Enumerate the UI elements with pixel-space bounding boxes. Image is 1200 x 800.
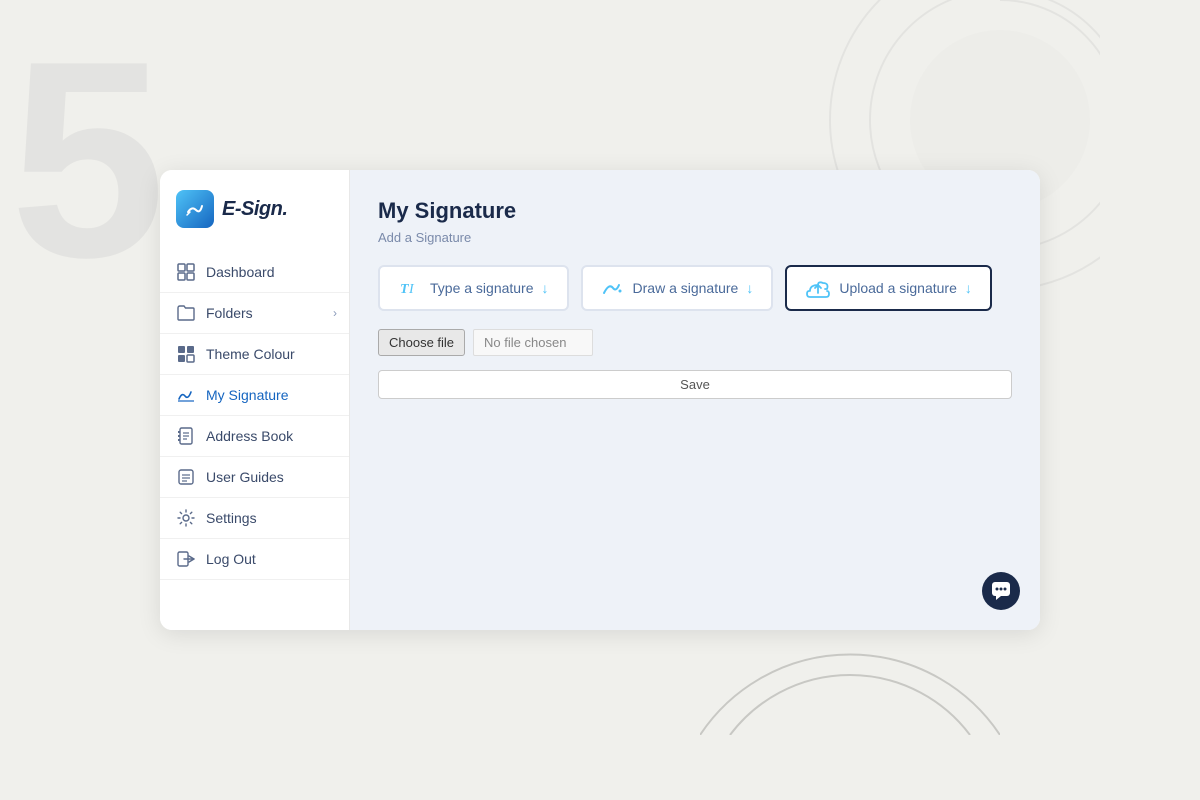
upload-signature-icon: [805, 277, 831, 299]
file-name-display: No file chosen: [473, 329, 593, 356]
sidebar-item-address-book[interactable]: Address Book: [160, 416, 349, 457]
sidebar-item-settings[interactable]: Settings: [160, 498, 349, 539]
tab-draw-signature[interactable]: Draw a signature ↓: [581, 265, 774, 311]
dashboard-icon: [176, 262, 196, 282]
sidebar: E-Sign. Dashboard Folders: [160, 170, 350, 630]
sidebar-item-theme-colour[interactable]: Theme Colour: [160, 334, 349, 375]
choose-file-button[interactable]: Choose file: [378, 329, 465, 356]
type-signature-label: Type a signature: [430, 280, 534, 296]
folders-chevron: ›: [333, 306, 337, 320]
logo-icon: [176, 190, 214, 228]
draw-signature-arrow: ↓: [746, 280, 753, 296]
sidebar-item-dashboard[interactable]: Dashboard: [160, 252, 349, 293]
theme-icon: [176, 344, 196, 364]
user-guides-icon: [176, 467, 196, 487]
page-subtitle: Add a Signature: [378, 230, 1012, 245]
upload-signature-label: Upload a signature: [839, 280, 957, 296]
background-number: 5: [10, 20, 166, 300]
save-button[interactable]: Save: [378, 370, 1012, 399]
svg-text:I: I: [408, 282, 415, 297]
address-book-icon: [176, 426, 196, 446]
page-title: My Signature: [378, 198, 1012, 224]
my-signature-label: My Signature: [206, 387, 288, 403]
settings-label: Settings: [206, 510, 257, 526]
signature-icon: [176, 385, 196, 405]
sidebar-item-my-signature[interactable]: My Signature: [160, 375, 349, 416]
upload-signature-arrow: ↓: [965, 280, 972, 296]
tab-upload-signature[interactable]: Upload a signature ↓: [785, 265, 992, 311]
tab-type-signature[interactable]: T I Type a signature ↓: [378, 265, 569, 311]
settings-icon: [176, 508, 196, 528]
address-book-label: Address Book: [206, 428, 293, 444]
signature-tabs: T I Type a signature ↓ Draw a signature …: [378, 265, 1012, 311]
log-out-label: Log Out: [206, 551, 256, 567]
background-arc: [700, 615, 1000, 740]
folders-label: Folders: [206, 305, 253, 321]
draw-signature-icon: [601, 278, 625, 298]
draw-signature-label: Draw a signature: [633, 280, 739, 296]
main-content: My Signature Add a Signature T I Type a …: [350, 170, 1040, 630]
chat-bubble-button[interactable]: [982, 572, 1020, 610]
type-signature-icon: T I: [398, 278, 422, 298]
file-upload-row: Choose file No file chosen: [378, 329, 1012, 356]
dashboard-label: Dashboard: [206, 264, 275, 280]
user-guides-label: User Guides: [206, 469, 284, 485]
log-out-icon: [176, 549, 196, 569]
logo-text: E-Sign.: [222, 198, 287, 221]
type-signature-arrow: ↓: [542, 280, 549, 296]
theme-colour-label: Theme Colour: [206, 346, 295, 362]
sidebar-item-log-out[interactable]: Log Out: [160, 539, 349, 580]
sidebar-item-user-guides[interactable]: User Guides: [160, 457, 349, 498]
sidebar-item-folders[interactable]: Folders ›: [160, 293, 349, 334]
logo-area: E-Sign.: [160, 190, 349, 252]
folder-icon: [176, 303, 196, 323]
main-card: E-Sign. Dashboard Folders: [160, 170, 1040, 630]
